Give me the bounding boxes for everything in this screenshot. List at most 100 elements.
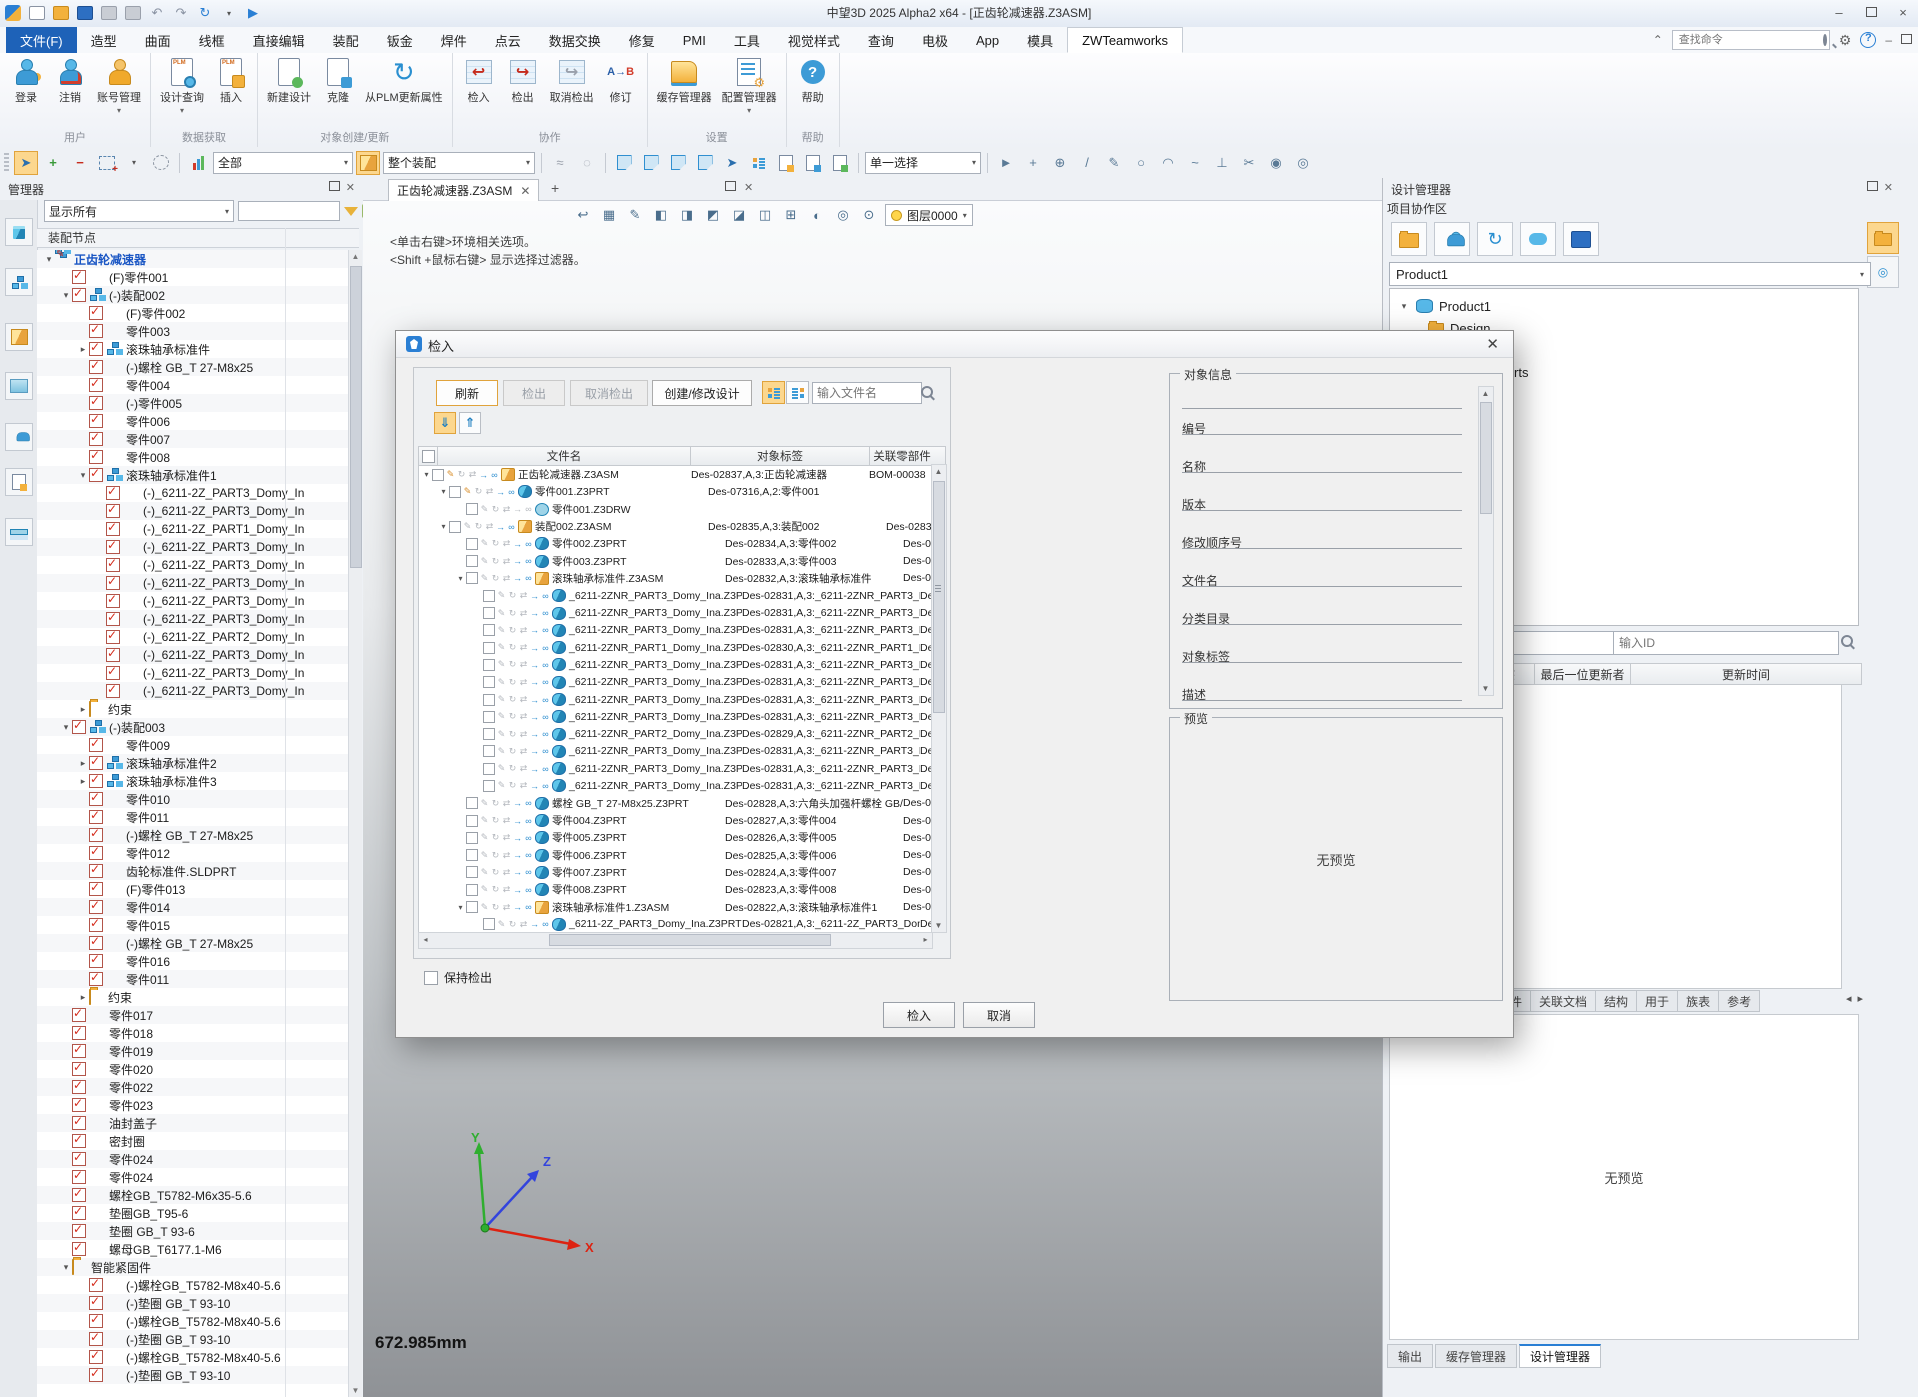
- item-checkbox[interactable]: [89, 1278, 103, 1292]
- item-checkbox[interactable]: [106, 522, 120, 536]
- dialog-table-row-21[interactable]: ✎↻⇄→∞零件005.Z3PRTDes-02826,A,3:零件005Des-0…: [419, 829, 945, 846]
- tree-item-1[interactable]: (F)零件001: [37, 268, 348, 286]
- tree-item-3[interactable]: (F)零件002: [37, 304, 348, 322]
- marquee-select-icon[interactable]: [95, 151, 119, 175]
- expand-icon[interactable]: ▾: [438, 522, 449, 531]
- clip-plane-icon-4[interactable]: [693, 151, 717, 175]
- keep-checkout-checkbox[interactable]: [424, 971, 438, 985]
- ribbon-button-cache-manager[interactable]: 缓存管理器: [654, 55, 715, 107]
- item-checkbox[interactable]: [106, 576, 120, 590]
- tree-item-16[interactable]: (-)_6211-2Z_PART3_Domy_In: [37, 538, 348, 556]
- workspace-tab-3[interactable]: 用于: [1637, 990, 1678, 1012]
- item-checkbox[interactable]: [106, 558, 120, 572]
- dialog-table-row-5[interactable]: ✎↻⇄→∞零件003.Z3PRTDes-02833,A,3:零件003Des-0…: [419, 552, 945, 569]
- line-icon[interactable]: /: [1075, 151, 1099, 175]
- dropdown-icon[interactable]: ▾: [117, 106, 121, 115]
- tree-item-11[interactable]: 零件008: [37, 448, 348, 466]
- item-checkbox[interactable]: [89, 810, 103, 824]
- item-checkbox[interactable]: [106, 630, 120, 644]
- row-checkbox[interactable]: [466, 538, 478, 550]
- dialog-table-row-9[interactable]: ✎↻⇄→∞_6211-2ZNR_PART3_Domy_Ina.Z3PRTDes-…: [419, 622, 945, 639]
- dialog-title-bar[interactable]: 检入 ✕: [396, 331, 1513, 358]
- plm-file-tab[interactable]: [5, 468, 33, 496]
- tree-view-toggle-icon[interactable]: [762, 381, 785, 404]
- tree-item-8[interactable]: (-)零件005: [37, 394, 348, 412]
- tree-item-42[interactable]: 零件017: [37, 1006, 348, 1024]
- scroll-up-icon[interactable]: ▲: [932, 465, 945, 478]
- tree-item-22[interactable]: (-)_6211-2Z_PART3_Domy_In: [37, 646, 348, 664]
- tree-item-25[interactable]: ▸约束: [37, 700, 348, 718]
- ribbon-button-revise[interactable]: A→B修订: [601, 55, 641, 107]
- selection-mode-combo[interactable]: 单一选择▾: [865, 152, 981, 174]
- row-checkbox[interactable]: [483, 607, 495, 619]
- plm-doc-icon-2[interactable]: [801, 151, 825, 175]
- id-search-input[interactable]: [1613, 631, 1839, 655]
- row-checkbox[interactable]: [483, 780, 495, 792]
- tree-item-15[interactable]: (-)_6211-2Z_PART1_Domy_In: [37, 520, 348, 538]
- item-checkbox[interactable]: [72, 1206, 86, 1220]
- assembly-manager-tab[interactable]: [5, 268, 33, 296]
- arc-icon[interactable]: ◠: [1156, 151, 1180, 175]
- tree-item-20[interactable]: (-)_6211-2Z_PART3_Domy_In: [37, 610, 348, 628]
- item-checkbox[interactable]: [89, 882, 103, 896]
- item-checkbox[interactable]: [72, 1062, 86, 1076]
- dialog-table-row-8[interactable]: ✎↻⇄→∞_6211-2ZNR_PART3_Domy_Ina.Z3PRTDes-…: [419, 604, 945, 621]
- item-checkbox[interactable]: [72, 1170, 86, 1184]
- collapse-ribbon-icon[interactable]: ⌃: [1653, 34, 1663, 46]
- item-checkbox[interactable]: [72, 1242, 86, 1256]
- plm-doc-icon-1[interactable]: [774, 151, 798, 175]
- remove-select-icon[interactable]: −: [68, 151, 92, 175]
- dialog-table-row-15[interactable]: ✎↻⇄→∞_6211-2ZNR_PART2_Domy_Ina.Z3PRTDes-…: [419, 725, 945, 742]
- menu-tab-17[interactable]: 模具: [1013, 27, 1067, 53]
- tree-item-58[interactable]: (-)垫圈 GB_T 93-10: [37, 1294, 348, 1312]
- dialog-table-row-22[interactable]: ✎↻⇄→∞零件006.Z3PRTDes-02825,A,3:零件006Des-0…: [419, 847, 945, 864]
- row-checkbox[interactable]: [483, 918, 495, 930]
- bottom-tab-0[interactable]: 输出: [1387, 1344, 1433, 1368]
- panel-dock-icon[interactable]: [1867, 181, 1878, 194]
- row-checkbox[interactable]: [483, 676, 495, 688]
- panel-close-icon[interactable]: ✕: [1884, 181, 1893, 194]
- row-checkbox[interactable]: [466, 503, 478, 515]
- ribbon-button-checkout[interactable]: ↪检出: [503, 55, 543, 107]
- tree-item-27[interactable]: 零件009: [37, 736, 348, 754]
- dialog-table-row-1[interactable]: ▾✎↻⇄→∞零件001.Z3PRTDes-07316,A,2:零件001: [419, 483, 945, 500]
- menu-tab-14[interactable]: 查询: [854, 27, 908, 53]
- shadow-icon[interactable]: ◐: [807, 205, 827, 225]
- row-checkbox[interactable]: [483, 745, 495, 757]
- menu-tab-6[interactable]: 钣金: [373, 27, 427, 53]
- checkin-confirm-button[interactable]: 检入: [883, 1002, 955, 1028]
- scroll-down-icon[interactable]: ▼: [932, 919, 945, 932]
- table-vertical-scrollbar[interactable]: ▲ ▼: [931, 464, 947, 933]
- item-checkbox[interactable]: [89, 954, 103, 968]
- assembly-node-column-header[interactable]: 装配节点: [37, 228, 359, 248]
- tree-item-48[interactable]: 油封盖子: [37, 1114, 348, 1132]
- item-checkbox[interactable]: [89, 468, 103, 482]
- dialog-table-row-16[interactable]: ✎↻⇄→∞_6211-2ZNR_PART3_Domy_Ina.Z3PRTDes-…: [419, 743, 945, 760]
- tree-item-55[interactable]: 螺母GB_T6177.1-M6: [37, 1240, 348, 1258]
- ribbon-button-insert[interactable]: PLM插入: [211, 55, 251, 107]
- object-info-scrollbar[interactable]: ▲ ▼: [1478, 386, 1494, 696]
- filename-search-icon[interactable]: [921, 386, 933, 398]
- item-checkbox[interactable]: [89, 450, 103, 464]
- item-checkbox[interactable]: [89, 738, 103, 752]
- ref-point-icon[interactable]: ◉: [1264, 151, 1288, 175]
- item-checkbox[interactable]: [106, 594, 120, 608]
- ribbon-button-help[interactable]: ?帮助: [793, 55, 833, 107]
- item-checkbox[interactable]: [106, 540, 120, 554]
- sync-icon[interactable]: ↻: [196, 5, 214, 21]
- lamp-icon[interactable]: ◌: [575, 151, 599, 175]
- row-checkbox[interactable]: [466, 797, 478, 809]
- expand-icon[interactable]: ▸: [77, 776, 89, 787]
- item-checkbox[interactable]: [89, 864, 103, 878]
- tree-item-36[interactable]: 零件014: [37, 898, 348, 916]
- expand-icon[interactable]: ▾: [455, 903, 466, 912]
- tree-item-60[interactable]: (-)垫圈 GB_T 93-10: [37, 1330, 348, 1348]
- item-checkbox[interactable]: [72, 288, 86, 302]
- menu-tab-18[interactable]: ZWTeamworks: [1067, 27, 1183, 53]
- tree-item-14[interactable]: (-)_6211-2Z_PART3_Domy_In: [37, 502, 348, 520]
- item-checkbox[interactable]: [72, 720, 86, 734]
- dialog-table-row-25[interactable]: ▾✎↻⇄→∞滚珠轴承标准件1.Z3ASMDes-02822,A,3:滚珠轴承标准…: [419, 898, 945, 915]
- crosshair-icon[interactable]: +: [1021, 151, 1045, 175]
- create-modify-button[interactable]: 创建/修改设计: [652, 380, 752, 406]
- tabs-scroll-right-icon[interactable]: ▸: [1858, 992, 1864, 1005]
